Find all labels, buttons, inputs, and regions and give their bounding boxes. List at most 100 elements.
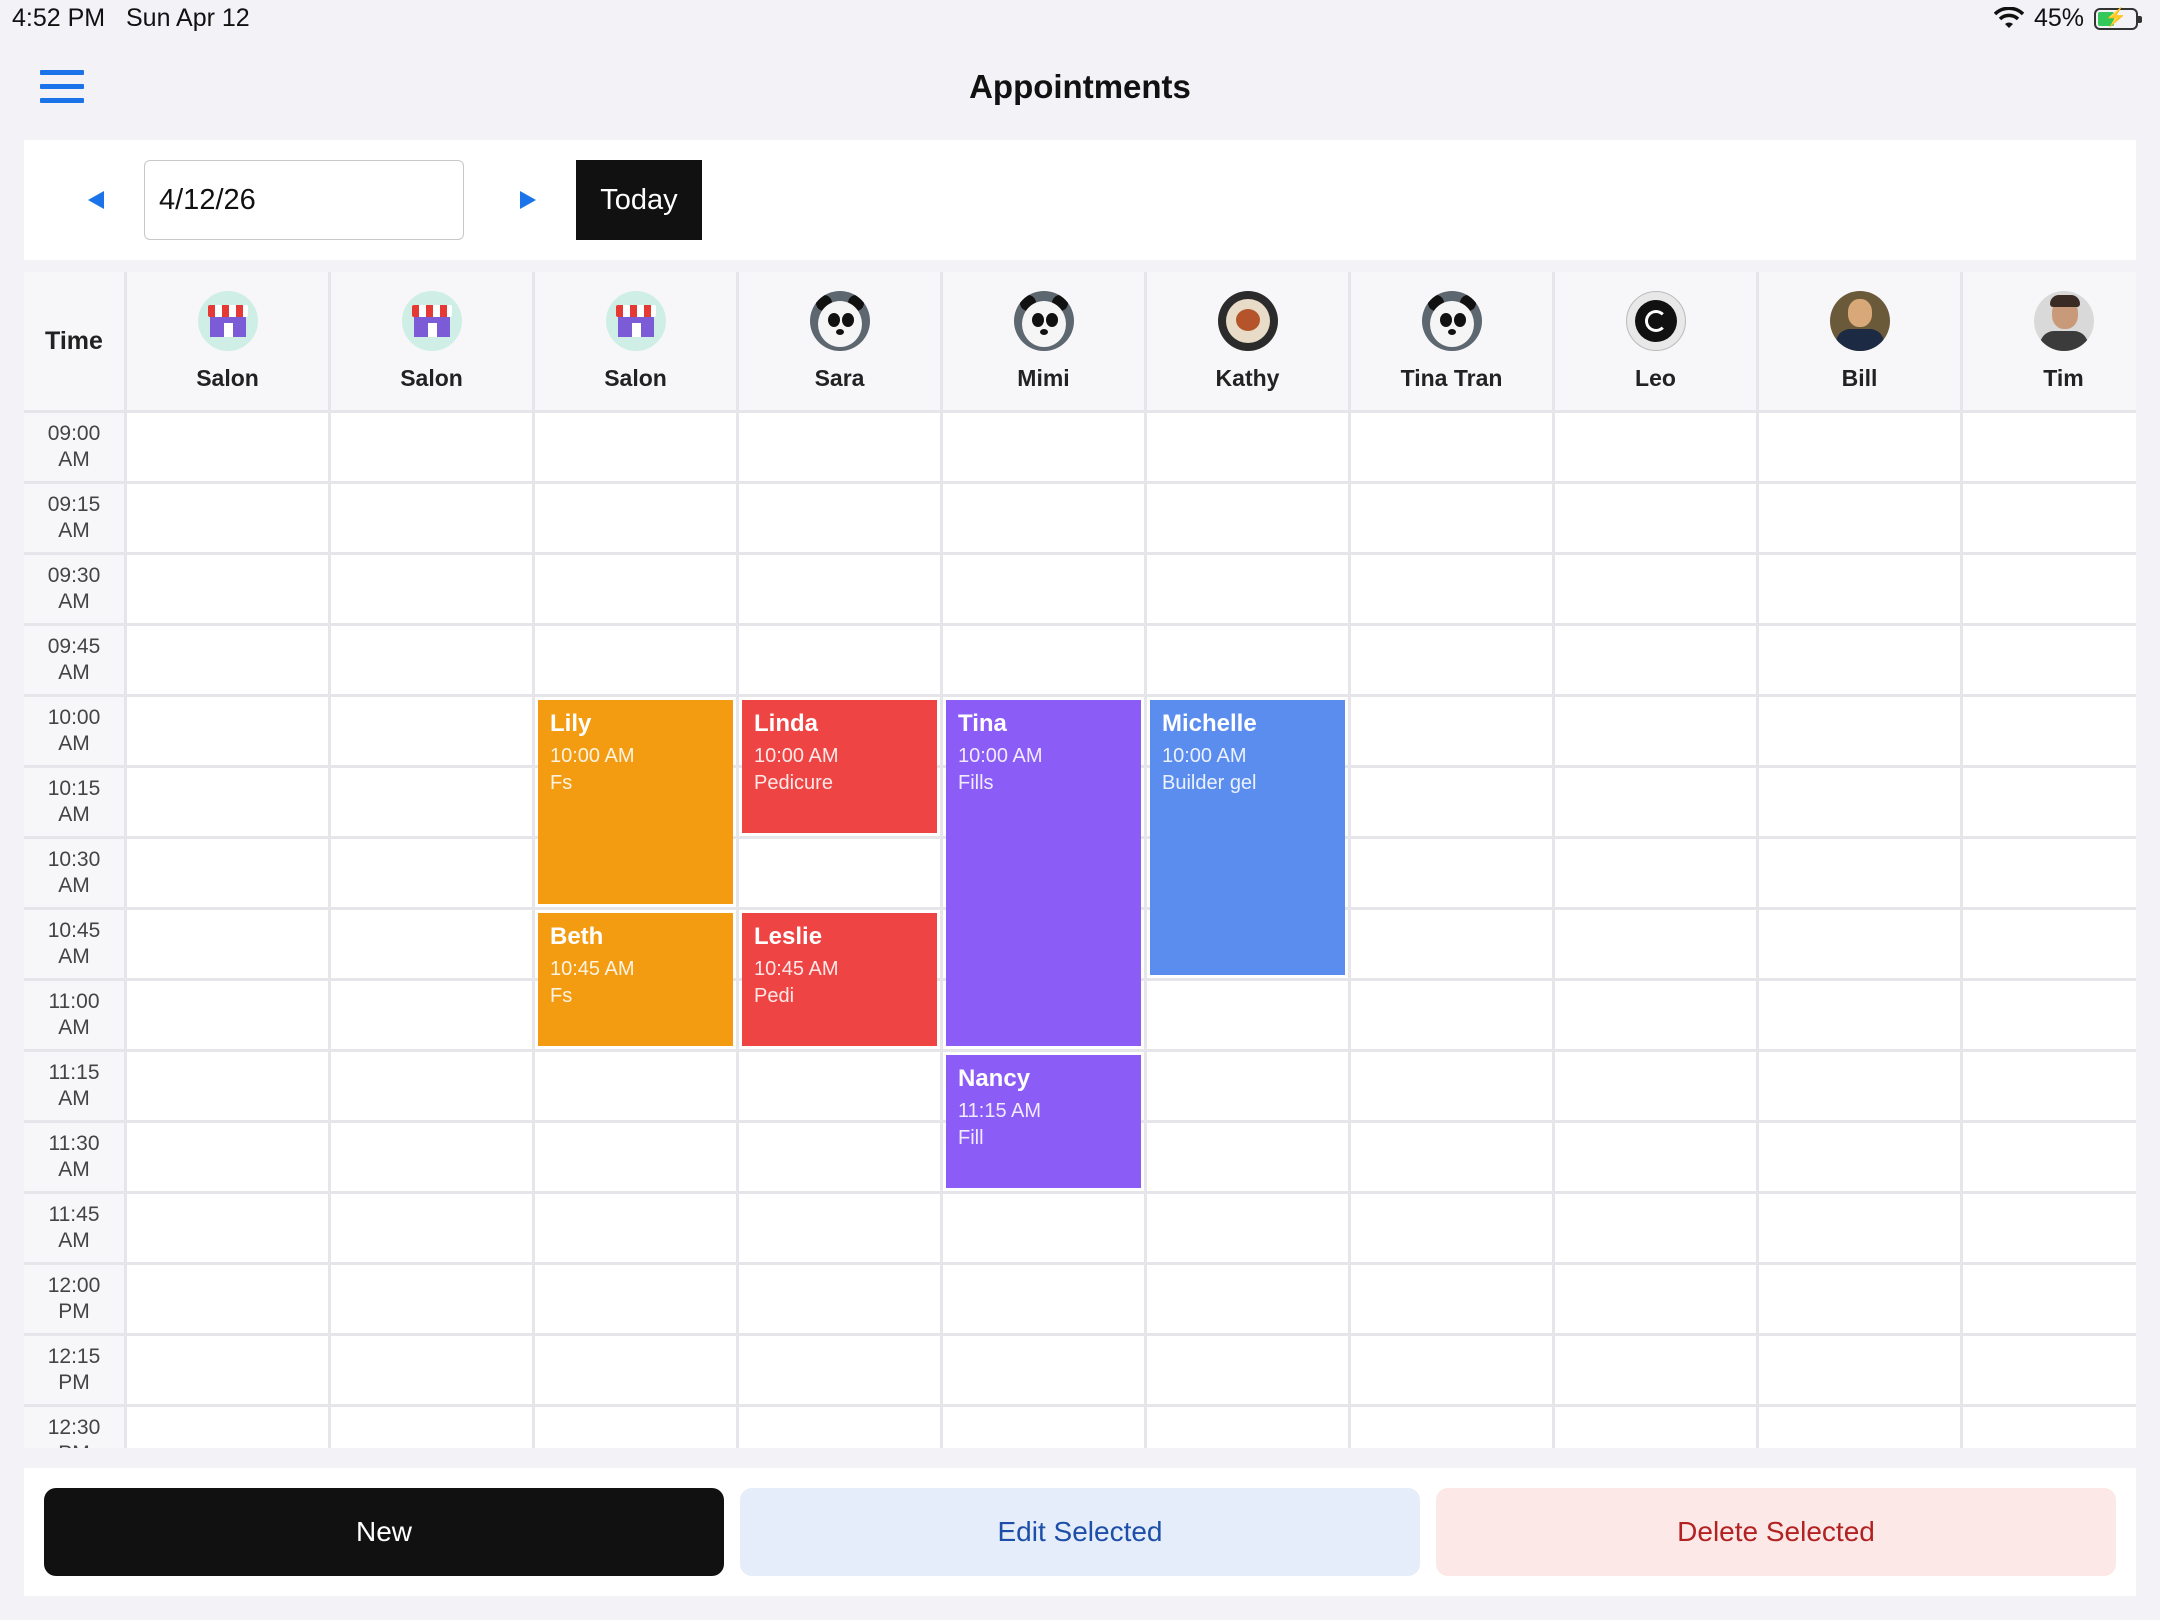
schedule-slot[interactable] [1351, 839, 1552, 907]
next-day-arrow-icon[interactable] [508, 178, 548, 222]
schedule-slot[interactable] [943, 1336, 1144, 1404]
schedule-slot[interactable] [943, 1407, 1144, 1448]
schedule-slot[interactable] [739, 555, 940, 623]
schedule-slot[interactable] [739, 1407, 940, 1448]
schedule-slot[interactable] [1759, 626, 1960, 694]
schedule-slot[interactable] [1759, 1194, 1960, 1262]
appointment-block[interactable]: Lily 10:00 AM Fs [538, 700, 733, 904]
schedule-slot[interactable] [1147, 555, 1348, 623]
schedule-slot[interactable] [535, 1194, 736, 1262]
schedule-slot[interactable] [739, 1123, 940, 1191]
schedule-slot[interactable] [1147, 1265, 1348, 1333]
schedule-slot[interactable] [1555, 484, 1756, 552]
schedule-slot[interactable] [1963, 981, 2136, 1049]
schedule-slot[interactable] [127, 839, 328, 907]
schedule-slot[interactable] [1555, 839, 1756, 907]
schedule-slot[interactable] [127, 555, 328, 623]
schedule-slot[interactable] [1351, 1194, 1552, 1262]
schedule-slot[interactable] [127, 1123, 328, 1191]
schedule-slot[interactable] [739, 1052, 940, 1120]
schedule-slot[interactable] [1759, 413, 1960, 481]
schedule-slot[interactable] [1759, 768, 1960, 836]
schedule-slot[interactable] [943, 413, 1144, 481]
schedule-slot[interactable] [1759, 839, 1960, 907]
staff-column-header[interactable]: Tina Tran [1351, 272, 1552, 410]
schedule-slot[interactable] [943, 1265, 1144, 1333]
schedule-slot[interactable] [1555, 910, 1756, 978]
schedule-slot[interactable] [535, 555, 736, 623]
schedule-slot[interactable] [535, 484, 736, 552]
schedule-slot[interactable] [1555, 768, 1756, 836]
schedule-slot[interactable] [331, 1265, 532, 1333]
schedule-slot[interactable] [127, 1194, 328, 1262]
schedule-slot[interactable] [1963, 1194, 2136, 1262]
schedule-slot[interactable] [1759, 697, 1960, 765]
schedule-slot[interactable] [1963, 413, 2136, 481]
schedule-slot[interactable] [1147, 626, 1348, 694]
schedule-grid[interactable]: Time Salon Salon Salon Sara Mimi Kathy Tina Tr… [24, 272, 2136, 1448]
schedule-slot[interactable] [331, 1194, 532, 1262]
schedule-slot[interactable] [739, 626, 940, 694]
schedule-slot[interactable] [1555, 555, 1756, 623]
schedule-slot[interactable] [127, 626, 328, 694]
schedule-slot[interactable] [535, 1052, 736, 1120]
schedule-slot[interactable] [127, 1052, 328, 1120]
schedule-slot[interactable] [943, 484, 1144, 552]
schedule-slot[interactable] [1147, 981, 1348, 1049]
schedule-slot[interactable] [1555, 1336, 1756, 1404]
schedule-slot[interactable] [1555, 981, 1756, 1049]
schedule-slot[interactable] [1351, 1123, 1552, 1191]
staff-column-header[interactable]: Leo [1555, 272, 1756, 410]
schedule-slot[interactable] [1351, 768, 1552, 836]
schedule-slot[interactable] [1555, 1123, 1756, 1191]
schedule-slot[interactable] [1963, 1052, 2136, 1120]
staff-column-header[interactable]: Bill [1759, 272, 1960, 410]
appointment-block[interactable]: Michelle 10:00 AM Builder gel [1150, 700, 1345, 975]
schedule-slot[interactable] [1351, 413, 1552, 481]
schedule-slot[interactable] [127, 981, 328, 1049]
schedule-slot[interactable] [1147, 484, 1348, 552]
schedule-slot[interactable] [1963, 626, 2136, 694]
schedule-slot[interactable] [1351, 1336, 1552, 1404]
schedule-slot[interactable] [1147, 1336, 1348, 1404]
schedule-slot[interactable] [331, 626, 532, 694]
schedule-slot[interactable] [1351, 981, 1552, 1049]
schedule-slot[interactable] [943, 626, 1144, 694]
date-field[interactable] [144, 160, 464, 240]
schedule-slot[interactable] [127, 768, 328, 836]
schedule-slot[interactable] [331, 1052, 532, 1120]
schedule-slot[interactable] [331, 555, 532, 623]
schedule-slot[interactable] [127, 1407, 328, 1448]
schedule-slot[interactable] [535, 1336, 736, 1404]
schedule-slot[interactable] [1963, 1407, 2136, 1448]
schedule-slot[interactable] [739, 1194, 940, 1262]
schedule-slot[interactable] [1555, 697, 1756, 765]
schedule-slot[interactable] [331, 697, 532, 765]
schedule-slot[interactable] [1759, 484, 1960, 552]
appointment-block[interactable]: Leslie 10:45 AM Pedi [742, 913, 937, 1046]
today-button[interactable]: Today [576, 160, 702, 240]
schedule-slot[interactable] [535, 413, 736, 481]
appointment-block[interactable]: Tina 10:00 AM Fills [946, 700, 1141, 1046]
schedule-slot[interactable] [739, 1265, 940, 1333]
schedule-slot[interactable] [1759, 981, 1960, 1049]
schedule-slot[interactable] [127, 697, 328, 765]
schedule-slot[interactable] [127, 910, 328, 978]
staff-column-header[interactable]: Salon [535, 272, 736, 410]
schedule-slot[interactable] [1963, 839, 2136, 907]
staff-column-header[interactable]: Salon [127, 272, 328, 410]
schedule-slot[interactable] [1759, 1407, 1960, 1448]
schedule-slot[interactable] [1555, 1194, 1756, 1262]
schedule-slot[interactable] [535, 1123, 736, 1191]
appointment-block[interactable]: Linda 10:00 AM Pedicure [742, 700, 937, 833]
schedule-slot[interactable] [331, 981, 532, 1049]
schedule-slot[interactable] [1555, 413, 1756, 481]
schedule-slot[interactable] [739, 1336, 940, 1404]
schedule-slot[interactable] [331, 839, 532, 907]
schedule-slot[interactable] [1963, 1123, 2136, 1191]
schedule-slot[interactable] [1147, 1123, 1348, 1191]
staff-column-header[interactable]: Salon [331, 272, 532, 410]
schedule-slot[interactable] [1963, 555, 2136, 623]
schedule-slot[interactable] [1351, 910, 1552, 978]
schedule-slot[interactable] [127, 484, 328, 552]
